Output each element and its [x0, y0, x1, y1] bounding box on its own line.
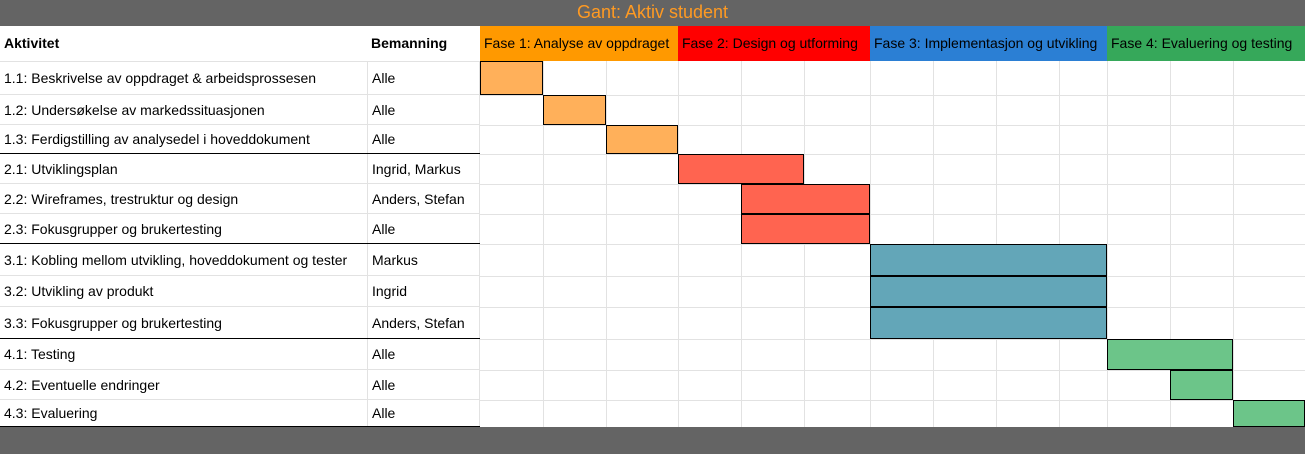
- activity-cell: 3.2: Utvikling av produkt: [0, 276, 368, 306]
- table-row: 2.1: Utviklingsplan Ingrid, Markus: [0, 154, 480, 184]
- staffing-cell: Alle: [368, 214, 480, 243]
- gantt-bar: [870, 307, 1107, 339]
- activity-cell: 4.2: Eventuelle endringer: [0, 370, 368, 399]
- staffing-cell: Alle: [368, 400, 480, 426]
- activity-cell: 2.3: Fokusgrupper og brukertesting: [0, 214, 368, 243]
- staffing-cell: Ingrid: [368, 276, 480, 306]
- gantt-bar: [870, 244, 1107, 276]
- header-phase-2: Fase 2: Design og utforming: [678, 26, 870, 61]
- staffing-cell: Anders, Stefan: [368, 184, 480, 213]
- activity-cell: 4.1: Testing: [0, 339, 368, 369]
- grid-line-horizontal: [480, 125, 1305, 126]
- table-row: 3.2: Utvikling av produkt Ingrid: [0, 276, 480, 307]
- table-row: 4.2: Eventuelle endringer Alle: [0, 370, 480, 400]
- gantt-bar: [1170, 370, 1233, 400]
- staffing-cell: Alle: [368, 61, 480, 94]
- grid-line-horizontal: [480, 184, 1305, 185]
- gantt-bar: [543, 95, 606, 125]
- gantt-sheet: Aktivitet Bemanning Fase 1: Analyse av o…: [0, 26, 1305, 427]
- table-row: 4.3: Evaluering Alle: [0, 400, 480, 427]
- activity-cell: 2.2: Wireframes, trestruktur og design: [0, 184, 368, 213]
- header-phase-3: Fase 3: Implementasjon og utvikling: [870, 26, 1107, 61]
- gantt-bar: [1233, 400, 1305, 427]
- activity-cell: 3.1: Kobling mellom utvikling, hoveddoku…: [0, 244, 368, 275]
- staffing-cell: Alle: [368, 339, 480, 369]
- gantt-bar: [480, 61, 543, 95]
- staffing-cell: Alle: [368, 125, 480, 153]
- activity-cell: 1.1: Beskrivelse av oppdraget & arbeidsp…: [0, 61, 368, 94]
- table-row: 2.2: Wireframes, trestruktur og design An…: [0, 184, 480, 214]
- grid-line-horizontal: [480, 400, 1305, 401]
- table-row: 2.3: Fokusgrupper og brukertesting Alle: [0, 214, 480, 244]
- staffing-cell: Markus: [368, 244, 480, 275]
- gantt-bar: [741, 184, 870, 214]
- gantt-bar: [741, 214, 870, 244]
- grid-line-horizontal: [480, 214, 1305, 215]
- staffing-cell: Anders, Stefan: [368, 307, 480, 338]
- header-phase-4: Fase 4: Evaluering og testing: [1107, 26, 1305, 61]
- header-activity: Aktivitet: [4, 35, 60, 51]
- gantt-bar: [606, 125, 678, 154]
- table-row: 3.1: Kobling mellom utvikling, hoveddoku…: [0, 244, 480, 276]
- header-staffing: Bemanning: [371, 35, 448, 51]
- table-row: 4.1: Testing Alle: [0, 339, 480, 370]
- table-row: 1.3: Ferdigstilling av analysedel i hove…: [0, 125, 480, 154]
- staffing-cell: Ingrid, Markus: [368, 154, 480, 183]
- table-row: 3.3: Fokusgrupper og brukertesting Anders…: [0, 307, 480, 339]
- gantt-bar: [1107, 339, 1233, 370]
- header-phase-1: Fase 1: Analyse av oppdraget: [480, 26, 678, 61]
- staffing-cell: Alle: [368, 370, 480, 399]
- activity-cell: 1.2: Undersøkelse av markedssituasjonen: [0, 95, 368, 124]
- activity-cell: 3.3: Fokusgrupper og brukertesting: [0, 307, 368, 338]
- activity-cell: 1.3: Ferdigstilling av analysedel i hove…: [0, 125, 368, 153]
- gantt-bar: [678, 154, 804, 184]
- table-row: 1.2: Undersøkelse av markedssituasjonen A…: [0, 95, 480, 125]
- table-row: 1.1: Beskrivelse av oppdraget & arbeidsp…: [0, 61, 480, 95]
- activity-cell: 2.1: Utviklingsplan: [0, 154, 368, 183]
- staffing-cell: Alle: [368, 95, 480, 124]
- gantt-bar: [870, 276, 1107, 307]
- grid-line-horizontal: [480, 154, 1305, 155]
- activity-cell: 4.3: Evaluering: [0, 400, 368, 426]
- chart-title: Gant: Aktiv student: [576, 2, 729, 22]
